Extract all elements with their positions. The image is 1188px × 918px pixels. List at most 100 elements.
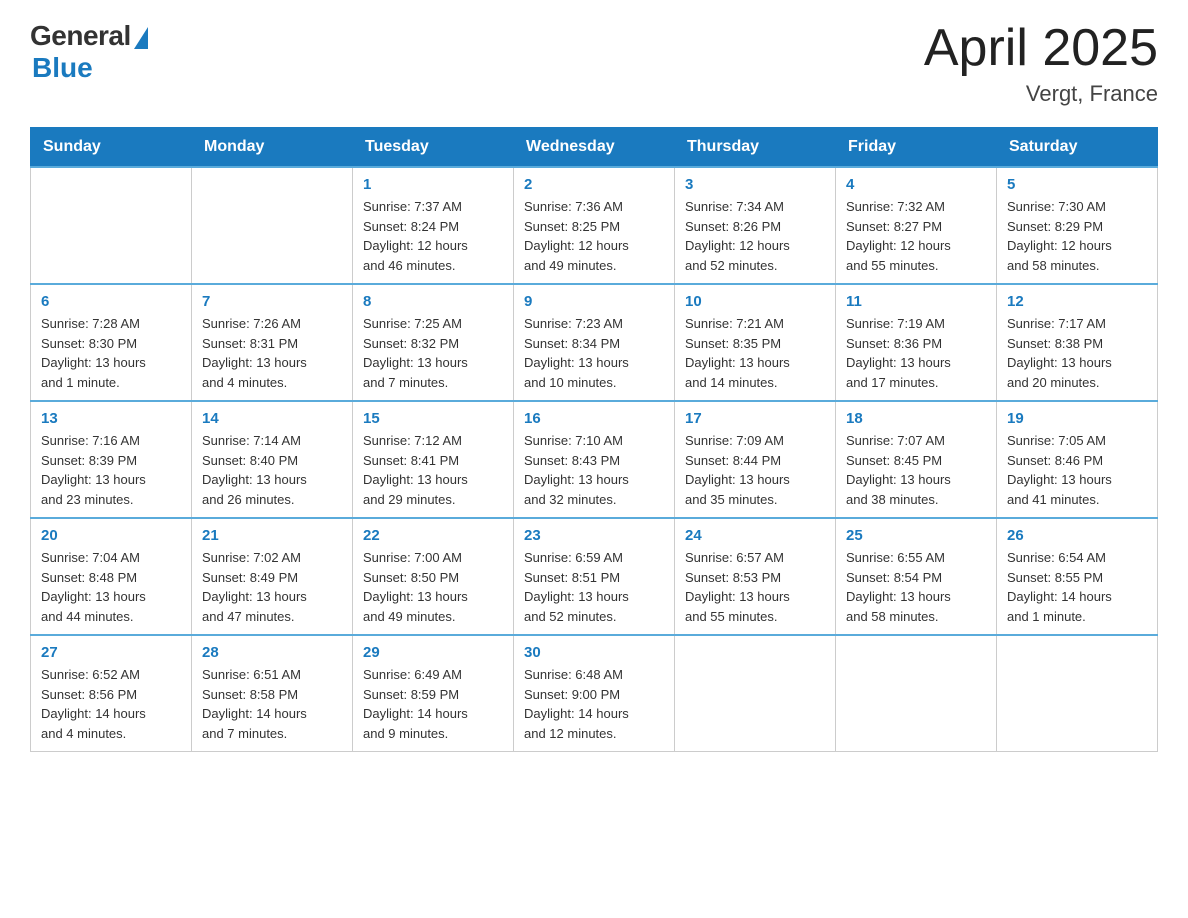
calendar-cell: 21 Sunrise: 7:02 AMSunset: 8:49 PMDayligh… [192, 518, 353, 635]
day-info: Sunrise: 7:09 AMSunset: 8:44 PMDaylight:… [685, 431, 825, 509]
calendar-cell: 19 Sunrise: 7:05 AMSunset: 8:46 PMDayligh… [997, 401, 1158, 518]
day-number: 24 [685, 527, 825, 544]
day-info: Sunrise: 6:54 AMSunset: 8:55 PMDaylight:… [1007, 548, 1147, 626]
calendar-cell: 20Sunrise: 7:04 AMSunset: 8:48 PMDayligh… [31, 518, 192, 635]
day-number: 27 [41, 644, 181, 661]
day-number: 30 [524, 644, 664, 661]
calendar-cell: 2 Sunrise: 7:36 AMSunset: 8:25 PMDaylight… [514, 167, 675, 284]
calendar-cell: 24 Sunrise: 6:57 AMSunset: 8:53 PMDayligh… [675, 518, 836, 635]
logo-triangle-icon [134, 27, 148, 49]
calendar-cell: 30 Sunrise: 6:48 AMSunset: 9:00 PMDayligh… [514, 635, 675, 752]
calendar-week-5: 27 Sunrise: 6:52 AMSunset: 8:56 PMDayligh… [31, 635, 1158, 752]
calendar-cell: 14Sunrise: 7:14 AMSunset: 8:40 PMDayligh… [192, 401, 353, 518]
day-number: 2 [524, 176, 664, 193]
day-number: 26 [1007, 527, 1147, 544]
day-info: Sunrise: 7:36 AMSunset: 8:25 PMDaylight:… [524, 197, 664, 275]
logo-general-text: General [30, 20, 131, 52]
calendar-cell: 11Sunrise: 7:19 AMSunset: 8:36 PMDayligh… [836, 284, 997, 401]
calendar-cell: 8 Sunrise: 7:25 AMSunset: 8:32 PMDaylight… [353, 284, 514, 401]
calendar-cell: 6 Sunrise: 7:28 AMSunset: 8:30 PMDaylight… [31, 284, 192, 401]
day-number: 12 [1007, 293, 1147, 310]
logo: General Blue [30, 20, 148, 84]
title-block: April 2025 Vergt, France [924, 20, 1158, 107]
day-header-wednesday: Wednesday [514, 128, 675, 168]
day-info: Sunrise: 7:02 AMSunset: 8:49 PMDaylight:… [202, 548, 342, 626]
calendar-cell [192, 167, 353, 284]
location: Vergt, France [924, 81, 1158, 107]
calendar-cell: 12 Sunrise: 7:17 AMSunset: 8:38 PMDayligh… [997, 284, 1158, 401]
day-info: Sunrise: 7:28 AMSunset: 8:30 PMDaylight:… [41, 314, 181, 392]
day-info: Sunrise: 7:12 AMSunset: 8:41 PMDaylight:… [363, 431, 503, 509]
calendar-cell: 1 Sunrise: 7:37 AMSunset: 8:24 PMDaylight… [353, 167, 514, 284]
day-header-monday: Monday [192, 128, 353, 168]
logo-blue-text: Blue [32, 52, 93, 84]
day-number: 8 [363, 293, 503, 310]
calendar-week-1: 1 Sunrise: 7:37 AMSunset: 8:24 PMDaylight… [31, 167, 1158, 284]
day-info: Sunrise: 7:07 AMSunset: 8:45 PMDaylight:… [846, 431, 986, 509]
day-info: Sunrise: 6:59 AMSunset: 8:51 PMDaylight:… [524, 548, 664, 626]
day-number: 15 [363, 410, 503, 427]
day-number: 3 [685, 176, 825, 193]
calendar-cell: 27 Sunrise: 6:52 AMSunset: 8:56 PMDayligh… [31, 635, 192, 752]
day-number: 18 [846, 410, 986, 427]
day-number: 29 [363, 644, 503, 661]
calendar-cell [31, 167, 192, 284]
calendar-cell: 7 Sunrise: 7:26 AMSunset: 8:31 PMDaylight… [192, 284, 353, 401]
day-number: 21 [202, 527, 342, 544]
calendar-cell: 18 Sunrise: 7:07 AMSunset: 8:45 PMDayligh… [836, 401, 997, 518]
day-info: Sunrise: 7:05 AMSunset: 8:46 PMDaylight:… [1007, 431, 1147, 509]
calendar-cell [997, 635, 1158, 752]
day-number: 7 [202, 293, 342, 310]
calendar-week-4: 20Sunrise: 7:04 AMSunset: 8:48 PMDayligh… [31, 518, 1158, 635]
day-header-friday: Friday [836, 128, 997, 168]
calendar-cell: 9 Sunrise: 7:23 AMSunset: 8:34 PMDaylight… [514, 284, 675, 401]
day-number: 17 [685, 410, 825, 427]
calendar-cell: 4Sunrise: 7:32 AMSunset: 8:27 PMDaylight… [836, 167, 997, 284]
day-info: Sunrise: 7:10 AMSunset: 8:43 PMDaylight:… [524, 431, 664, 509]
day-number: 1 [363, 176, 503, 193]
calendar-week-3: 13 Sunrise: 7:16 AMSunset: 8:39 PMDayligh… [31, 401, 1158, 518]
page-header: General Blue April 2025 Vergt, France [30, 20, 1158, 107]
day-header-saturday: Saturday [997, 128, 1158, 168]
calendar-cell: 13 Sunrise: 7:16 AMSunset: 8:39 PMDayligh… [31, 401, 192, 518]
day-info: Sunrise: 7:23 AMSunset: 8:34 PMDaylight:… [524, 314, 664, 392]
calendar-cell: 28Sunrise: 6:51 AMSunset: 8:58 PMDayligh… [192, 635, 353, 752]
day-number: 28 [202, 644, 342, 661]
day-info: Sunrise: 7:26 AMSunset: 8:31 PMDaylight:… [202, 314, 342, 392]
day-info: Sunrise: 7:30 AMSunset: 8:29 PMDaylight:… [1007, 197, 1147, 275]
calendar-cell: 23 Sunrise: 6:59 AMSunset: 8:51 PMDayligh… [514, 518, 675, 635]
calendar-cell: 17 Sunrise: 7:09 AMSunset: 8:44 PMDayligh… [675, 401, 836, 518]
day-number: 16 [524, 410, 664, 427]
day-info: Sunrise: 7:17 AMSunset: 8:38 PMDaylight:… [1007, 314, 1147, 392]
day-number: 9 [524, 293, 664, 310]
day-info: Sunrise: 7:32 AMSunset: 8:27 PMDaylight:… [846, 197, 986, 275]
day-number: 5 [1007, 176, 1147, 193]
day-info: Sunrise: 7:19 AMSunset: 8:36 PMDaylight:… [846, 314, 986, 392]
day-info: Sunrise: 7:14 AMSunset: 8:40 PMDaylight:… [202, 431, 342, 509]
calendar-cell [836, 635, 997, 752]
day-header-tuesday: Tuesday [353, 128, 514, 168]
day-info: Sunrise: 7:04 AMSunset: 8:48 PMDaylight:… [41, 548, 181, 626]
day-info: Sunrise: 7:37 AMSunset: 8:24 PMDaylight:… [363, 197, 503, 275]
day-number: 6 [41, 293, 181, 310]
calendar-cell: 25Sunrise: 6:55 AMSunset: 8:54 PMDayligh… [836, 518, 997, 635]
day-number: 13 [41, 410, 181, 427]
day-info: Sunrise: 6:52 AMSunset: 8:56 PMDaylight:… [41, 665, 181, 743]
calendar-cell: 5 Sunrise: 7:30 AMSunset: 8:29 PMDaylight… [997, 167, 1158, 284]
day-info: Sunrise: 6:48 AMSunset: 9:00 PMDaylight:… [524, 665, 664, 743]
day-number: 19 [1007, 410, 1147, 427]
day-number: 23 [524, 527, 664, 544]
calendar-cell: 3 Sunrise: 7:34 AMSunset: 8:26 PMDaylight… [675, 167, 836, 284]
calendar-header: SundayMondayTuesdayWednesdayThursdayFrid… [31, 128, 1158, 168]
day-info: Sunrise: 7:34 AMSunset: 8:26 PMDaylight:… [685, 197, 825, 275]
day-info: Sunrise: 7:25 AMSunset: 8:32 PMDaylight:… [363, 314, 503, 392]
calendar-cell: 15 Sunrise: 7:12 AMSunset: 8:41 PMDayligh… [353, 401, 514, 518]
calendar-week-2: 6 Sunrise: 7:28 AMSunset: 8:30 PMDaylight… [31, 284, 1158, 401]
day-info: Sunrise: 6:57 AMSunset: 8:53 PMDaylight:… [685, 548, 825, 626]
day-number: 22 [363, 527, 503, 544]
day-info: Sunrise: 7:16 AMSunset: 8:39 PMDaylight:… [41, 431, 181, 509]
day-info: Sunrise: 6:55 AMSunset: 8:54 PMDaylight:… [846, 548, 986, 626]
day-info: Sunrise: 7:21 AMSunset: 8:35 PMDaylight:… [685, 314, 825, 392]
calendar-cell: 10Sunrise: 7:21 AMSunset: 8:35 PMDayligh… [675, 284, 836, 401]
header-row: SundayMondayTuesdayWednesdayThursdayFrid… [31, 128, 1158, 168]
